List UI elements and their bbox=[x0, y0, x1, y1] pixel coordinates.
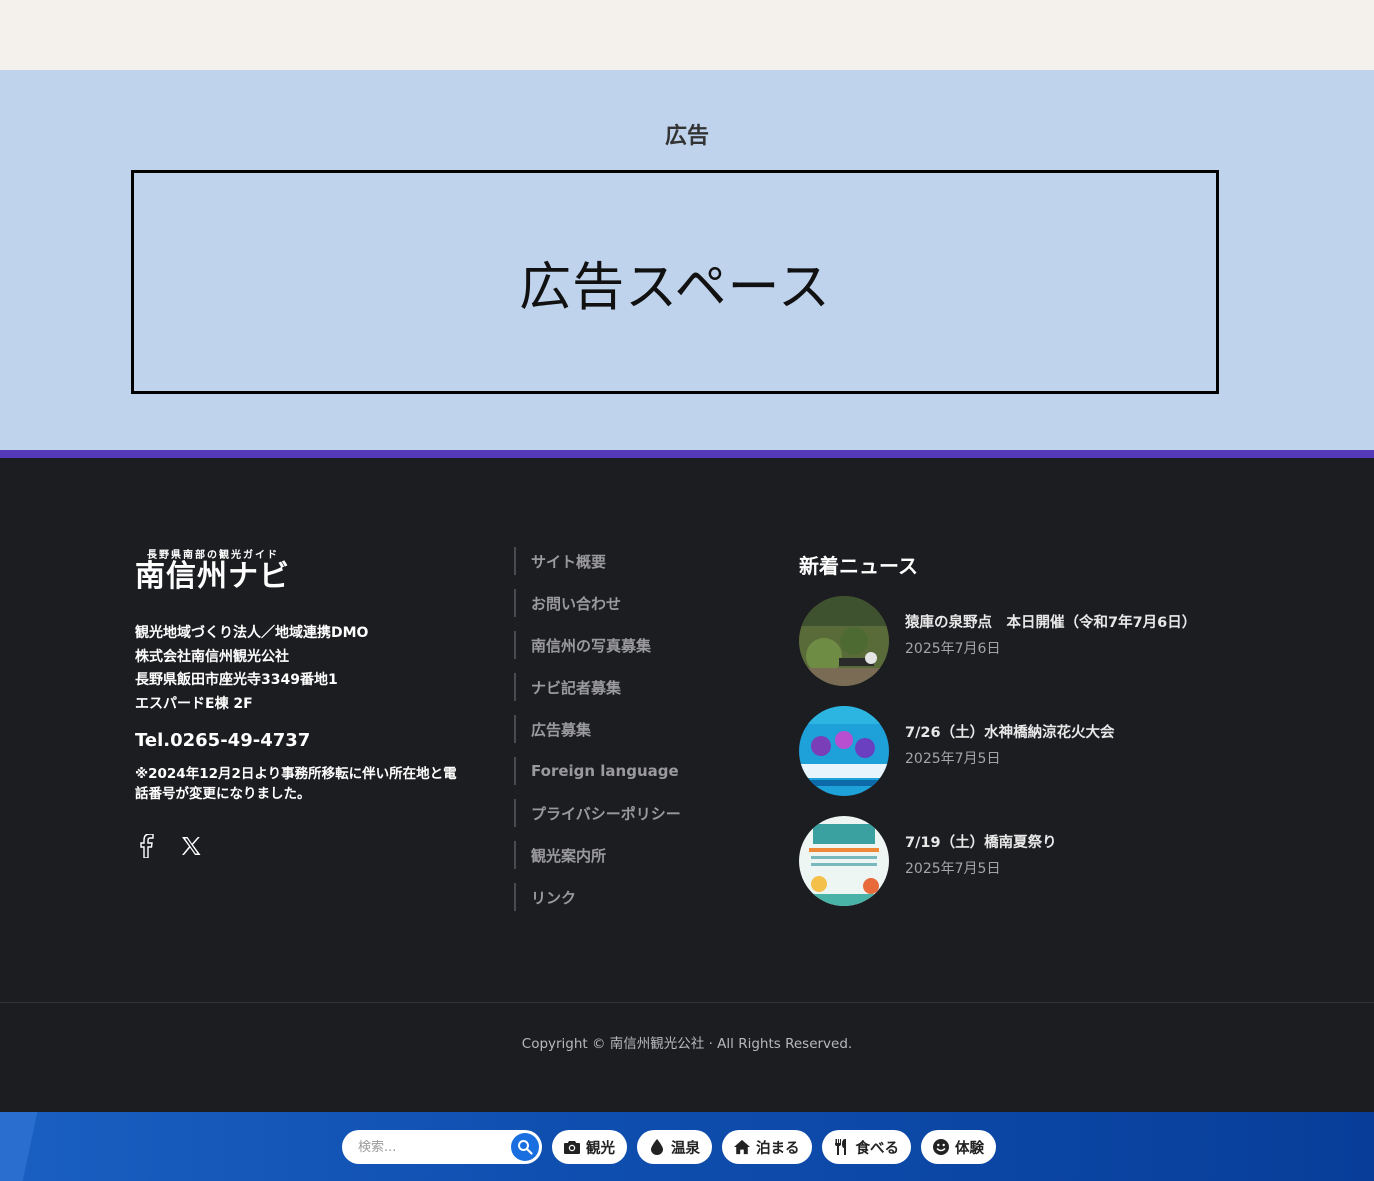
footer-links: サイト概要 お問い合わせ 南信州の写真募集 ナビ記者募集 広告募集 Foreig… bbox=[514, 547, 681, 925]
footer-link-reporter-call[interactable]: ナビ記者募集 bbox=[514, 673, 681, 701]
smile-icon bbox=[933, 1139, 949, 1155]
news-headline[interactable]: 7/19（土）橋南夏祭り bbox=[905, 831, 1057, 852]
logo-title: 南信州ナビ bbox=[135, 559, 290, 594]
news-text: 猿庫の泉野点 本日開催（令和7年7月6日） 2025年7月6日 bbox=[905, 611, 1196, 658]
footer-link-foreign-language[interactable]: Foreign language bbox=[514, 757, 681, 785]
org-line: 株式会社南信州観光公社 bbox=[135, 648, 289, 665]
news-date: 2025年7月6日 bbox=[905, 640, 1001, 657]
footer-divider bbox=[0, 1002, 1374, 1003]
home-icon bbox=[734, 1139, 750, 1155]
news-item[interactable]: 猿庫の泉野点 本日開催（令和7年7月6日） 2025年7月6日 bbox=[799, 596, 1196, 686]
category-label: 観光 bbox=[586, 1140, 615, 1157]
news-date: 2025年7月5日 bbox=[905, 750, 1001, 767]
footer-link-links[interactable]: リンク bbox=[514, 883, 681, 911]
category-label: 食べる bbox=[855, 1140, 900, 1157]
category-eat[interactable]: 食べる bbox=[821, 1130, 911, 1164]
top-strip bbox=[0, 0, 1374, 70]
org-line: 長野県飯田市座光寺3349番地1 bbox=[135, 672, 338, 688]
category-label: 体験 bbox=[955, 1140, 984, 1157]
search-button[interactable] bbox=[511, 1133, 539, 1161]
category-sightseeing[interactable]: 観光 bbox=[552, 1130, 627, 1164]
ad-space-banner[interactable]: 広告スペース bbox=[131, 170, 1219, 394]
ad-space-label: 広告スペース bbox=[519, 257, 831, 318]
copyright: Copyright © 南信州観光公社 · All Rights Reserve… bbox=[521, 1036, 853, 1052]
news-headline[interactable]: 猿庫の泉野点 本日開催（令和7年7月6日） bbox=[905, 611, 1196, 632]
footer-link-ad-call[interactable]: 広告募集 bbox=[514, 715, 681, 743]
camera-icon bbox=[564, 1139, 580, 1155]
news-title: 新着ニュース bbox=[799, 554, 918, 578]
bottom-nav-bar: 観光 温泉 泊まる 食べる 体験 bbox=[0, 1112, 1374, 1181]
social-links bbox=[135, 832, 203, 860]
site-footer: 長野県南部の観光ガイド 南信州ナビ 観光地域づくり法人／地域連携DMO 株式会社… bbox=[0, 458, 1374, 1112]
facebook-icon[interactable] bbox=[135, 832, 159, 860]
category-label: 泊まる bbox=[756, 1140, 800, 1157]
utensils-icon bbox=[834, 1139, 850, 1155]
news-thumbnail[interactable] bbox=[799, 706, 889, 796]
bottom-nav-inner: 観光 温泉 泊まる 食べる 体験 bbox=[342, 1130, 996, 1164]
x-icon[interactable] bbox=[179, 832, 203, 860]
news-item[interactable]: 7/19（土）橋南夏祭り 2025年7月5日 bbox=[799, 816, 1196, 906]
organization-info: 観光地域づくり法人／地域連携DMO 株式会社南信州観光公社 長野県飯田市座光寺3… bbox=[135, 622, 368, 716]
telephone[interactable]: Tel.0265-49-4737 bbox=[135, 730, 310, 751]
search-box bbox=[342, 1130, 542, 1164]
news-thumbnail[interactable] bbox=[799, 596, 889, 686]
ad-heading: 広告 bbox=[664, 124, 709, 149]
site-logo[interactable]: 長野県南部の観光ガイド 南信州ナビ bbox=[135, 546, 300, 593]
footer-link-site-overview[interactable]: サイト概要 bbox=[514, 547, 681, 575]
news-text: 7/26（土）水神橋納涼花火大会 2025年7月5日 bbox=[905, 721, 1115, 768]
category-label: 温泉 bbox=[671, 1140, 700, 1157]
category-experience[interactable]: 体験 bbox=[921, 1130, 996, 1164]
news-list: 猿庫の泉野点 本日開催（令和7年7月6日） 2025年7月6日 7/26（土）水… bbox=[799, 596, 1196, 926]
footer-link-contact[interactable]: お問い合わせ bbox=[514, 589, 681, 617]
relocation-note: ※2024年12月2日より事務所移転に伴い所在地と電話番号が変更になりました。 bbox=[135, 766, 457, 802]
footer-link-privacy-policy[interactable]: プライバシーポリシー bbox=[514, 799, 681, 827]
news-headline[interactable]: 7/26（土）水神橋納涼花火大会 bbox=[905, 721, 1115, 742]
category-stay[interactable]: 泊まる bbox=[722, 1130, 812, 1164]
news-thumbnail[interactable] bbox=[799, 816, 889, 906]
water-drop-icon bbox=[649, 1139, 665, 1155]
search-icon bbox=[518, 1140, 533, 1155]
news-item[interactable]: 7/26（土）水神橋納涼花火大会 2025年7月5日 bbox=[799, 706, 1196, 796]
org-line: 観光地域づくり法人／地域連携DMO bbox=[135, 625, 369, 641]
search-input[interactable] bbox=[342, 1139, 507, 1155]
bar-decoration bbox=[0, 1112, 38, 1181]
ad-section: 広告 広告スペース bbox=[0, 70, 1374, 450]
footer-link-photo-call[interactable]: 南信州の写真募集 bbox=[514, 631, 681, 659]
accent-bar bbox=[0, 450, 1374, 458]
footer-link-tourist-info[interactable]: 観光案内所 bbox=[514, 841, 681, 869]
org-line: エスパードE棟 2F bbox=[135, 695, 253, 712]
news-date: 2025年7月5日 bbox=[905, 860, 1001, 877]
news-text: 7/19（土）橋南夏祭り 2025年7月5日 bbox=[905, 831, 1057, 878]
category-onsen[interactable]: 温泉 bbox=[637, 1130, 712, 1164]
